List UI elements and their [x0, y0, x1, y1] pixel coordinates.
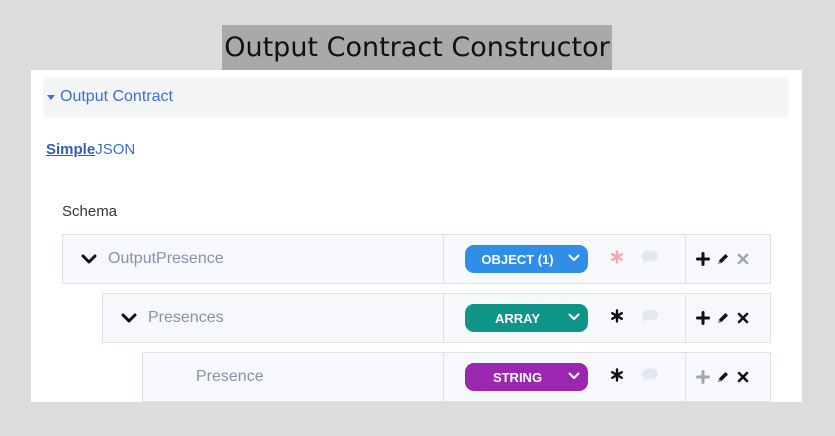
- field-name[interactable]: OutputPresence: [108, 250, 224, 268]
- asterisk-icon[interactable]: [598, 308, 636, 328]
- chevron-down-icon: [568, 313, 580, 320]
- mode-switch: SimpleJSON: [46, 141, 135, 158]
- mode-simple-link[interactable]: Simple: [46, 141, 95, 158]
- plus-icon[interactable]: [695, 252, 710, 267]
- pencil-icon[interactable]: [715, 311, 730, 326]
- close-icon[interactable]: [735, 252, 750, 267]
- type-select[interactable]: STRING: [465, 363, 588, 391]
- schema-row-outputpresence: OutputPresence OBJECT (1): [62, 234, 771, 284]
- name-cell: OutputPresence: [63, 235, 444, 283]
- schema-row-presences: Presences ARRAY: [102, 293, 771, 343]
- row-actions: [686, 294, 770, 342]
- contract-panel: Output Contract SimpleJSON Schema Output…: [31, 70, 802, 402]
- type-label: ARRAY: [494, 310, 541, 326]
- chevron-down-icon: [568, 254, 580, 261]
- pencil-icon[interactable]: [715, 252, 730, 267]
- chevron-down-icon[interactable]: [110, 313, 148, 323]
- chevron-down-icon: [568, 372, 580, 379]
- close-icon[interactable]: [735, 370, 750, 385]
- caret-down-icon: [47, 95, 55, 100]
- row-actions: [686, 353, 770, 401]
- field-name[interactable]: Presences: [148, 309, 224, 327]
- row-actions: [686, 235, 770, 283]
- close-icon[interactable]: [735, 311, 750, 326]
- asterisk-icon[interactable]: [598, 367, 636, 387]
- plus-icon[interactable]: [695, 370, 710, 385]
- schema-label: Schema: [62, 203, 118, 220]
- type-select[interactable]: OBJECT (1): [465, 245, 588, 273]
- plus-icon[interactable]: [695, 311, 710, 326]
- type-cell: STRING: [444, 353, 686, 401]
- comment-icon[interactable]: [636, 250, 664, 269]
- mode-json-link[interactable]: JSON: [95, 141, 135, 158]
- type-label: OBJECT (1): [481, 251, 554, 267]
- accordion-label: Output Contract: [60, 88, 173, 105]
- page-title: Output Contract Constructor: [222, 25, 612, 70]
- comment-icon[interactable]: [636, 368, 664, 387]
- type-select[interactable]: ARRAY: [465, 304, 588, 332]
- output-contract-accordion[interactable]: Output Contract: [43, 77, 789, 117]
- chevron-down-icon[interactable]: [70, 254, 108, 264]
- comment-icon[interactable]: [636, 309, 664, 328]
- type-label: STRING: [492, 369, 543, 385]
- type-cell: ARRAY: [444, 294, 686, 342]
- asterisk-icon[interactable]: [598, 249, 636, 269]
- pencil-icon[interactable]: [715, 370, 730, 385]
- schema-row-presence: Presence STRING: [142, 352, 771, 402]
- name-cell: Presence: [143, 353, 444, 401]
- name-cell: Presences: [103, 294, 444, 342]
- field-name[interactable]: Presence: [196, 368, 264, 386]
- type-cell: OBJECT (1): [444, 235, 686, 283]
